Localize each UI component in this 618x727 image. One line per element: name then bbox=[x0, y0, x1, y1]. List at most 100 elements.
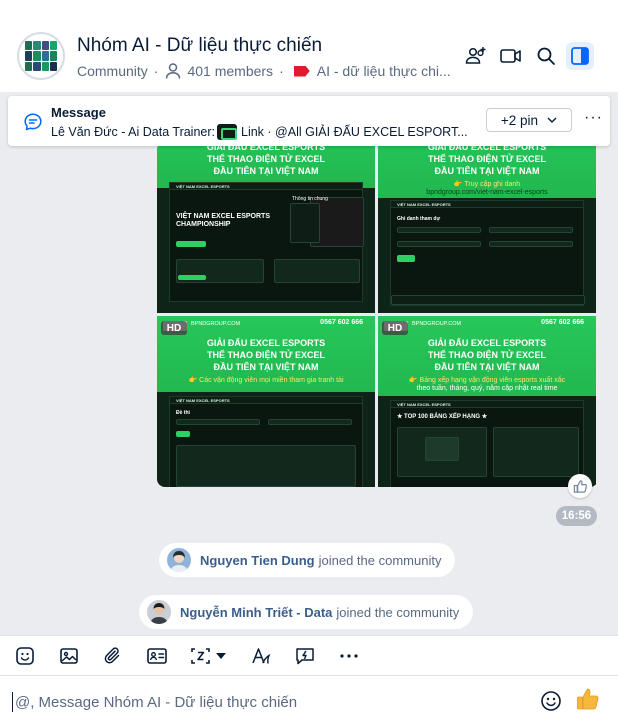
pinned-text: Link · @All GIẢI ĐẤU EXCEL ESPORT... bbox=[241, 125, 468, 139]
pinned-more-button[interactable]: ··· bbox=[584, 109, 603, 127]
album-image[interactable]: BPNDGROUP.COM 0567 602 666 GIẢI ĐẤU EXCE… bbox=[157, 316, 375, 487]
add-member-button[interactable] bbox=[462, 42, 490, 70]
website-screenshot: VIỆT NAM EXCEL ESPORTS ★ TOP 100 BẢNG XẾ… bbox=[390, 400, 584, 487]
form-field bbox=[397, 241, 481, 247]
site-nav: VIỆT NAM EXCEL ESPORTS bbox=[391, 401, 583, 408]
quick-message-button[interactable] bbox=[293, 644, 317, 668]
emoji-button[interactable] bbox=[540, 690, 562, 712]
attach-file-button[interactable] bbox=[101, 644, 125, 668]
form-field bbox=[489, 241, 573, 247]
search-button[interactable] bbox=[532, 42, 560, 70]
site-nav: VIỆT NAM EXCEL ESPORTS bbox=[170, 397, 362, 404]
conversation-info-button[interactable] bbox=[566, 42, 594, 70]
screen-title: ★ TOP 100 BẢNG XẾP HẠNG ★ bbox=[397, 414, 488, 420]
lightning-message-icon bbox=[296, 648, 314, 665]
screen-button bbox=[176, 241, 206, 247]
message-input[interactable] bbox=[15, 690, 515, 714]
text-caret bbox=[12, 692, 13, 712]
website-screenshot: VIỆT NAM EXCEL ESPORTS VIỆT NAM EXCEL ES… bbox=[169, 182, 364, 302]
screen-button bbox=[178, 275, 206, 280]
community-label: Community bbox=[77, 63, 148, 79]
search-icon bbox=[537, 47, 555, 65]
contact-card-button[interactable] bbox=[145, 644, 169, 668]
contact-card-icon bbox=[147, 648, 167, 664]
message-time: 16:56 bbox=[556, 506, 597, 526]
screen-button bbox=[176, 431, 190, 437]
group-add-icon bbox=[465, 47, 486, 64]
site-nav: VIỆT NAM EXCEL ESPORTS bbox=[170, 183, 362, 190]
site-nav: VIỆT NAM EXCEL ESPORTS bbox=[391, 201, 583, 208]
form-field bbox=[397, 227, 481, 233]
image-banner: BPNDGROUP.COM 0567 602 666 GIẢI ĐẤU EXCE… bbox=[378, 316, 596, 396]
avatar-image bbox=[167, 548, 191, 572]
screen-title: VIỆT NAM EXCEL ESPORTS CHAMPIONSHIP bbox=[176, 213, 270, 228]
pinned-sender: Lê Văn Đức - Ai Data Trainer: bbox=[51, 125, 215, 139]
more-options-button[interactable] bbox=[337, 644, 361, 668]
banner-site: BPNDGROUP.COM bbox=[412, 321, 462, 327]
conversation-tag[interactable]: AI - dữ liệu thực chi... bbox=[317, 63, 451, 79]
hd-badge: HD bbox=[161, 321, 187, 335]
reaction-button[interactable] bbox=[568, 474, 592, 498]
separator-dot: · bbox=[153, 63, 159, 79]
site-brand: VIỆT NAM EXCEL ESPORTS bbox=[397, 202, 451, 207]
site-brand: VIỆT NAM EXCEL ESPORTS bbox=[397, 402, 451, 407]
avatar[interactable] bbox=[167, 548, 191, 572]
screenshot-button[interactable] bbox=[189, 644, 213, 668]
screen-card bbox=[274, 259, 360, 283]
form-field bbox=[489, 227, 573, 233]
message-list[interactable]: GIẢI ĐẤU EXCEL ESPORTS THỂ THAO ĐIỆN TỬ … bbox=[0, 92, 618, 635]
group-subtitle: Community · 401 members · AI - dữ liệu t… bbox=[77, 62, 451, 80]
avatar-image bbox=[147, 600, 171, 624]
image-button[interactable] bbox=[57, 644, 81, 668]
member-name[interactable]: Nguyễn Minh Triết - Data bbox=[180, 605, 332, 620]
banner-line: ĐẦU TIÊN TẠI VIỆT NAM bbox=[213, 166, 319, 176]
format-text-button[interactable] bbox=[249, 644, 273, 668]
system-event: Nguyễn Minh Triết - Data joined the comm… bbox=[139, 595, 474, 629]
banner-top: BPNDGROUP.COM 0567 602 666 bbox=[382, 319, 592, 331]
tag-icon bbox=[293, 65, 310, 77]
banner-line: THỂ THAO ĐIỆN TỬ EXCEL bbox=[207, 350, 325, 360]
screen-card bbox=[425, 437, 459, 461]
album-image[interactable]: GIẢI ĐẤU EXCEL ESPORTS THỂ THAO ĐIỆN TỬ … bbox=[378, 142, 596, 313]
site-brand: VIỆT NAM EXCEL ESPORTS bbox=[176, 398, 230, 403]
event-text: joined the community bbox=[336, 604, 460, 620]
video-call-button[interactable] bbox=[497, 42, 525, 70]
screen-card bbox=[290, 203, 320, 243]
banner-phone: 0567 602 666 bbox=[320, 319, 363, 326]
composer bbox=[0, 675, 618, 727]
sidebar-panel-icon bbox=[571, 47, 589, 65]
banner-phone: 0567 602 666 bbox=[541, 319, 584, 326]
thumbs-up-icon bbox=[573, 479, 587, 493]
group-title[interactable]: Nhóm AI - Dữ liệu thực chiến bbox=[77, 35, 322, 57]
separator-dot: · bbox=[279, 63, 284, 79]
banner-top: BPNDGROUP.COM 0567 602 666 bbox=[161, 319, 371, 331]
album-image[interactable]: GIẢI ĐẤU EXCEL ESPORTS THỂ THAO ĐIỆN TỬ … bbox=[157, 142, 375, 313]
screenshot-options-button[interactable] bbox=[214, 644, 228, 668]
member-name[interactable]: Nguyen Tien Dung bbox=[200, 553, 315, 568]
album-image[interactable]: BPNDGROUP.COM 0567 602 666 GIẢI ĐẤU EXCE… bbox=[378, 316, 596, 487]
group-avatar[interactable] bbox=[17, 32, 65, 80]
more-horizontal-icon bbox=[340, 654, 358, 658]
screen-card bbox=[176, 445, 356, 487]
image-icon bbox=[60, 648, 78, 664]
banner-line: GIẢI ĐẤU EXCEL ESPORTS bbox=[206, 338, 326, 348]
avatar[interactable] bbox=[147, 600, 171, 624]
pinned-count-button[interactable]: +2 pin bbox=[486, 108, 572, 132]
banner-site: BPNDGROUP.COM bbox=[191, 321, 241, 327]
website-screenshot: VIỆT NAM EXCEL ESPORTS Ghi danh tham dự bbox=[390, 200, 585, 306]
quick-like-button[interactable] bbox=[575, 686, 601, 712]
banner-line: ĐẦU TIÊN TẠI VIỆT NAM bbox=[213, 362, 319, 372]
pinned-count: +2 pin bbox=[500, 112, 539, 128]
screen-footer bbox=[391, 295, 585, 305]
member-count[interactable]: 401 members bbox=[187, 63, 273, 79]
sticker-button[interactable] bbox=[13, 644, 37, 668]
form-field bbox=[176, 419, 260, 425]
screen-card bbox=[493, 427, 579, 477]
banner-cta-2: theo tuần, tháng, quý, năm cập nhật real… bbox=[416, 385, 558, 392]
emoji-icon bbox=[541, 691, 561, 711]
pinned-message-bar[interactable]: Message Lê Văn Đức - Ai Data Trainer: Li… bbox=[8, 96, 610, 146]
image-album[interactable]: GIẢI ĐẤU EXCEL ESPORTS THỂ THAO ĐIỆN TỬ … bbox=[157, 142, 598, 487]
link-thumbnail-icon bbox=[217, 124, 237, 140]
image-banner: BPNDGROUP.COM 0567 602 666 GIẢI ĐẤU EXCE… bbox=[157, 316, 375, 392]
banner-line: THỂ THAO ĐIỆN TỬ EXCEL bbox=[207, 154, 325, 164]
